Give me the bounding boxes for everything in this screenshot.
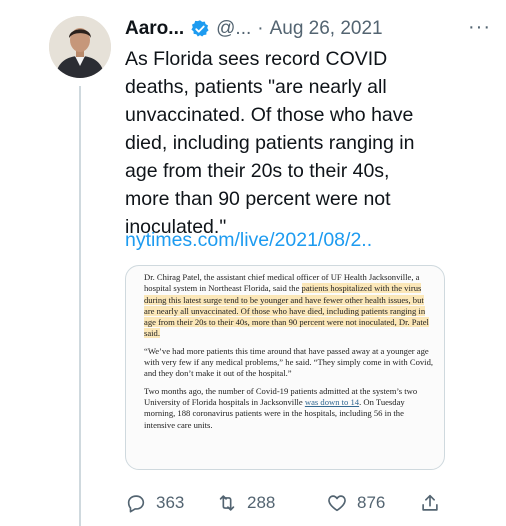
heart-icon <box>328 495 346 512</box>
reply-count: 363 <box>156 493 185 512</box>
article-screenshot-card[interactable]: Dr. Chirag Patel, the assistant chief me… <box>125 265 445 470</box>
retweet-count: 288 <box>247 493 276 512</box>
article-paragraph-3: Two months ago, the number of Covid-19 p… <box>144 386 434 431</box>
share-button[interactable] <box>419 492 450 514</box>
more-options-icon[interactable]: ··· <box>468 16 491 39</box>
article-inline-link: was down to 14 <box>304 396 360 407</box>
reply-button[interactable]: 363 <box>125 492 184 514</box>
share-icon <box>422 494 438 511</box>
tweet-body: As Florida sees record COVID deaths, pat… <box>125 48 415 238</box>
thread-line <box>79 86 81 526</box>
avatar[interactable] <box>49 16 111 78</box>
tweet-header: Aaro... @... · Aug 26, 2021 ··· <box>125 14 495 44</box>
article-paragraph-1: Dr. Chirag Patel, the assistant chief me… <box>144 272 434 340</box>
article-excerpt: Dr. Chirag Patel, the assistant chief me… <box>126 266 444 431</box>
tweet-date[interactable]: Aug 26, 2021 <box>270 18 383 40</box>
reply-icon <box>127 495 145 513</box>
retweet-button[interactable]: 288 <box>216 492 275 514</box>
like-count: 876 <box>357 493 386 512</box>
verified-badge-icon <box>191 20 209 37</box>
tweet-link[interactable]: nytimes.com/live/2021/08/2.. <box>125 226 372 254</box>
tweet-text: As Florida sees record COVID deaths, pat… <box>125 45 425 241</box>
separator-dot: · <box>257 18 264 39</box>
author-handle[interactable]: @... <box>216 18 251 40</box>
author-name[interactable]: Aaro... <box>125 18 184 40</box>
retweet-icon <box>219 495 235 511</box>
avatar-photo <box>49 16 111 78</box>
article-paragraph-2: “We’ve had more patients this time aroun… <box>144 345 434 379</box>
like-button[interactable]: 876 <box>326 492 385 514</box>
action-bar: 363 288 876 <box>125 492 495 522</box>
